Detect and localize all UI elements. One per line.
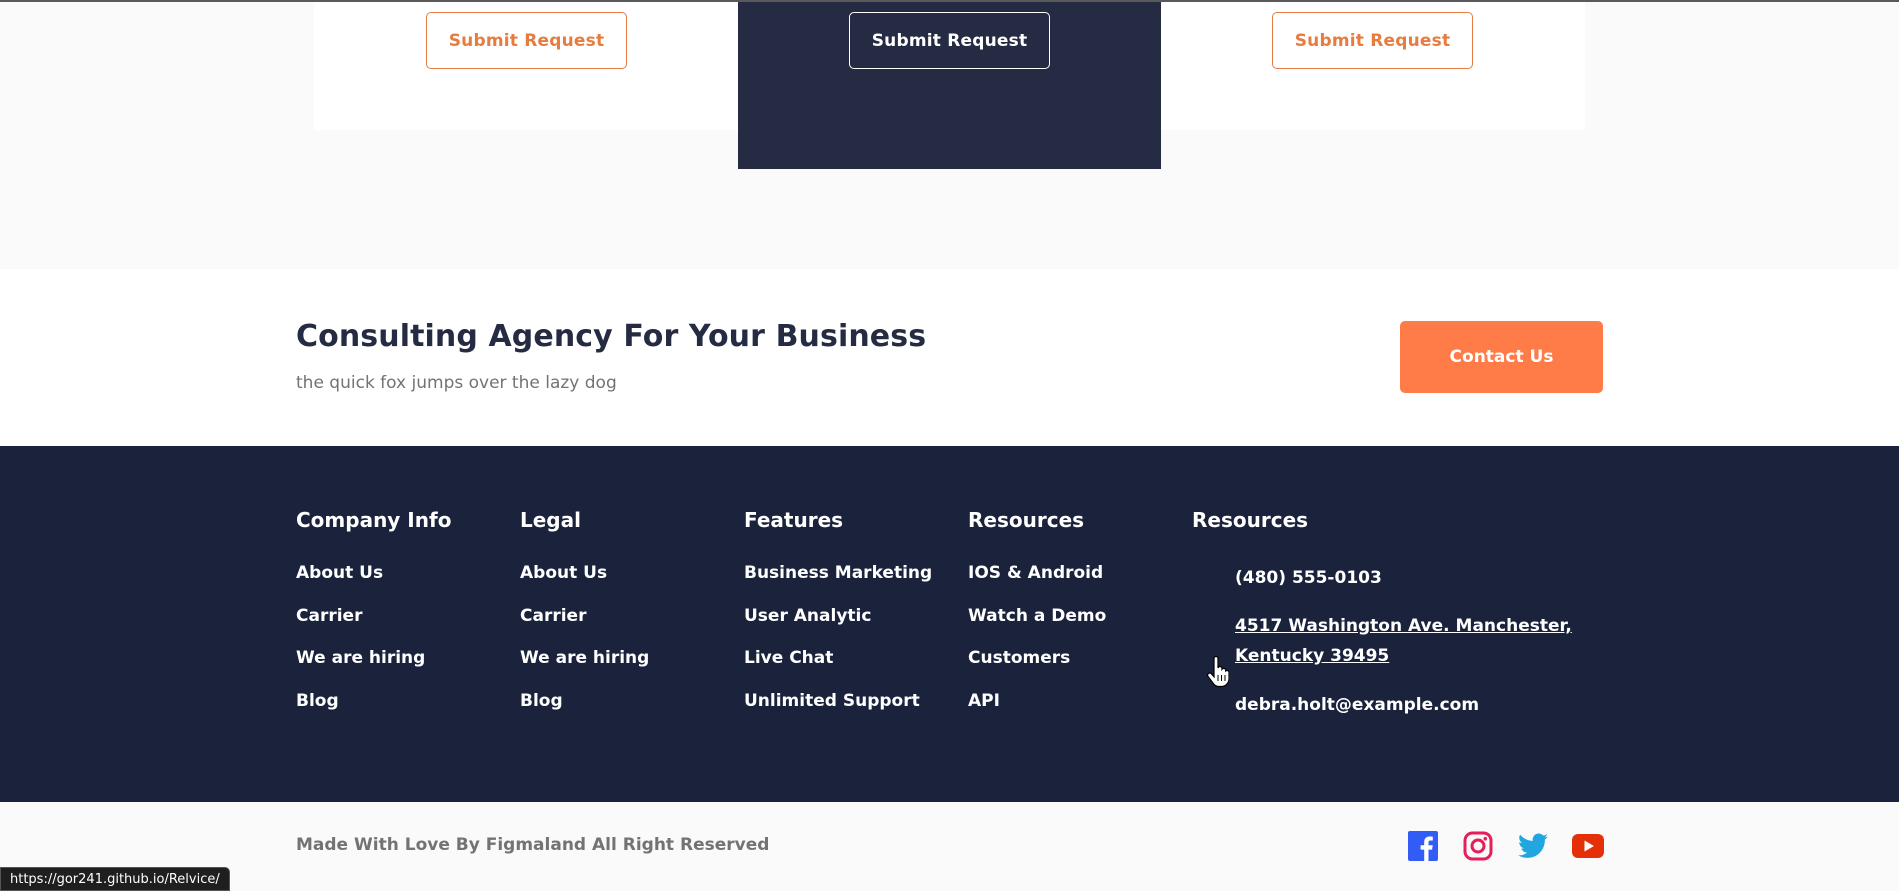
- submit-request-button-2[interactable]: Submit Request: [849, 12, 1050, 69]
- footer-column-title: Legal: [520, 508, 581, 532]
- footer-link-about-us[interactable]: About Us: [520, 563, 649, 583]
- footer-link-about-us[interactable]: About Us: [296, 563, 451, 583]
- footer-link-hiring[interactable]: We are hiring: [520, 648, 649, 668]
- copyright-text: Made With Love By Figmaland All Right Re…: [296, 835, 770, 855]
- bottom-bar: Made With Love By Figmaland All Right Re…: [0, 802, 1899, 891]
- cta-subtitle: the quick fox jumps over the lazy dog: [296, 373, 617, 393]
- footer-link-api[interactable]: API: [968, 691, 1106, 711]
- footer-column-company-info: Company Info About Us Carrier We are hir…: [296, 510, 451, 733]
- footer-column-resources: Resources IOS & Android Watch a Demo Cus…: [968, 510, 1106, 733]
- browser-status-url: https://gor241.github.io/Relvice/: [0, 867, 230, 891]
- twitter-icon[interactable]: [1517, 830, 1549, 862]
- footer-column-title: Resources: [968, 508, 1085, 532]
- contact-phone[interactable]: (480) 555-0103: [1235, 563, 1382, 593]
- contact-us-button[interactable]: Contact Us: [1400, 321, 1603, 393]
- submit-request-button-1[interactable]: Submit Request: [426, 12, 627, 69]
- instagram-icon[interactable]: [1462, 830, 1494, 862]
- footer-link-user-analytic[interactable]: User Analytic: [744, 606, 932, 626]
- contact-address-link[interactable]: 4517 Washington Ave. Manchester, Kentuck…: [1235, 611, 1572, 671]
- contact-address-line2: Kentucky 39495: [1235, 646, 1390, 666]
- footer-link-blog[interactable]: Blog: [296, 691, 451, 711]
- submit-request-button-3[interactable]: Submit Request: [1272, 12, 1473, 69]
- footer-column-features: Features Business Marketing User Analyti…: [744, 510, 932, 733]
- footer-column-title: Features: [744, 508, 844, 532]
- footer-column-title: Company Info: [296, 508, 452, 532]
- footer-link-ios-android[interactable]: IOS & Android: [968, 563, 1106, 583]
- cta-title: Consulting Agency For Your Business: [296, 319, 927, 354]
- contact-email[interactable]: debra.holt@example.com: [1235, 690, 1479, 720]
- footer-link-unlimited-support[interactable]: Unlimited Support: [744, 691, 932, 711]
- footer-column-legal: Legal About Us Carrier We are hiring Blo…: [520, 510, 649, 733]
- hand-cursor-icon: [1207, 656, 1229, 688]
- cta-section: Consulting Agency For Your Business the …: [0, 269, 1899, 446]
- youtube-icon[interactable]: [1572, 830, 1604, 862]
- footer-link-business-marketing[interactable]: Business Marketing: [744, 563, 932, 583]
- footer-link-blog[interactable]: Blog: [520, 691, 649, 711]
- footer-link-live-chat[interactable]: Live Chat: [744, 648, 932, 668]
- contact-address-line1: 4517 Washington Ave. Manchester,: [1235, 616, 1572, 636]
- footer-link-carrier[interactable]: Carrier: [296, 606, 451, 626]
- facebook-icon[interactable]: [1407, 830, 1439, 862]
- footer-link-hiring[interactable]: We are hiring: [296, 648, 451, 668]
- footer-column-title: Resources: [1192, 508, 1309, 532]
- footer-link-carrier[interactable]: Carrier: [520, 606, 649, 626]
- pricing-section: Submit Request Submit Request Submit Req…: [0, 2, 1899, 269]
- footer-link-customers[interactable]: Customers: [968, 648, 1106, 668]
- footer-link-watch-demo[interactable]: Watch a Demo: [968, 606, 1106, 626]
- footer: Company Info About Us Carrier We are hir…: [0, 446, 1899, 802]
- footer-column-contact: Resources: [1192, 510, 1308, 530]
